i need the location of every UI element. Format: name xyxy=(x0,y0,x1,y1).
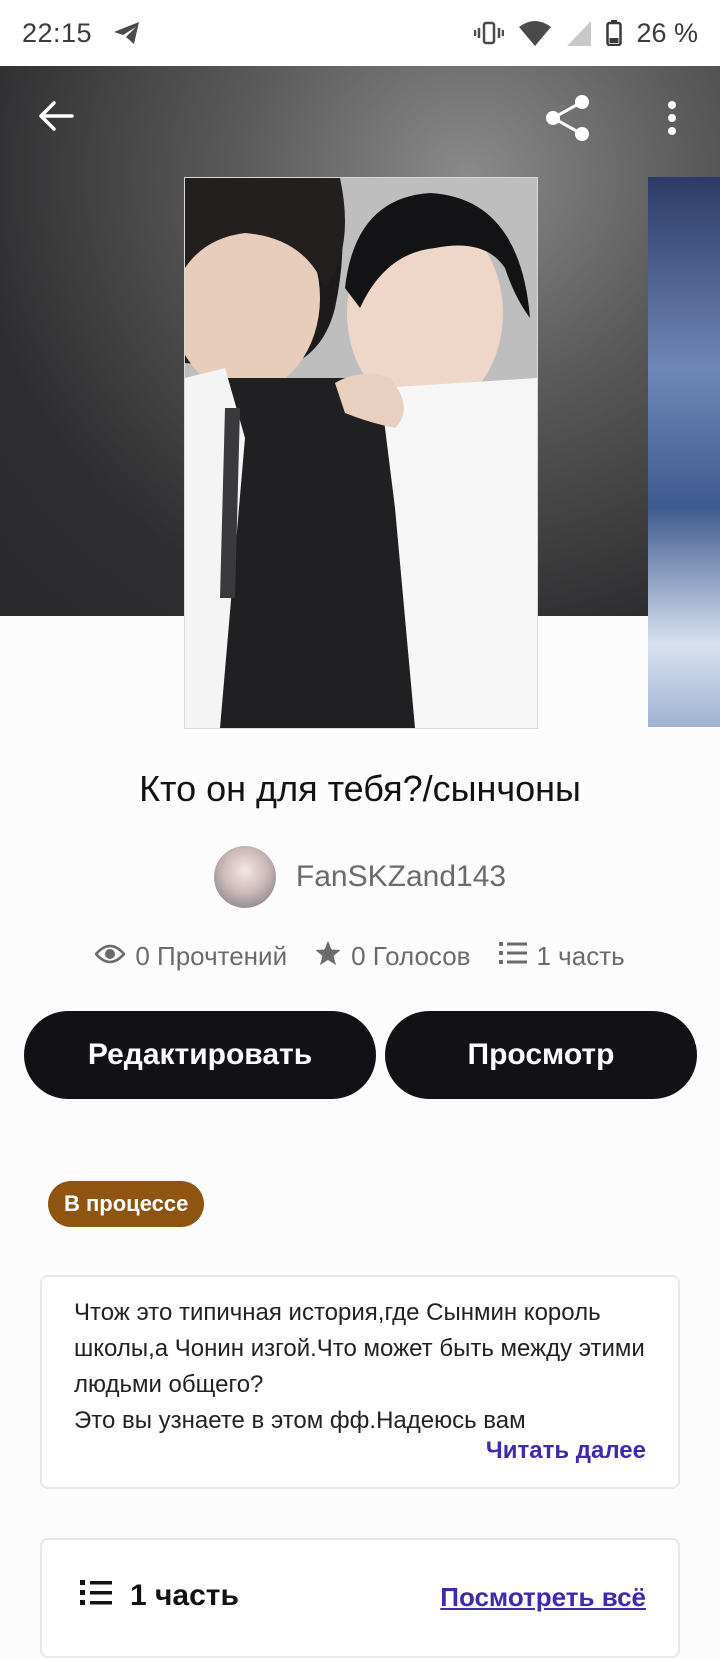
status-bar: 22:15 26 % xyxy=(0,0,720,66)
telegram-icon xyxy=(112,20,142,46)
parts-card: 1 часть Посмотреть всё xyxy=(40,1538,680,1658)
reads-stat: 0 Прочтений xyxy=(94,941,288,972)
star-icon xyxy=(315,940,341,973)
battery-percent: 26 % xyxy=(636,17,698,48)
share-button[interactable] xyxy=(538,90,598,150)
story-title: Кто он для тебя?/сынчоны xyxy=(139,768,581,809)
list-icon xyxy=(80,1578,112,1614)
view-all-link[interactable]: Посмотреть всё xyxy=(440,1582,646,1613)
wifi-icon xyxy=(518,19,552,47)
description-card: Чтож это типичная история,где Сынмин кор… xyxy=(40,1275,680,1489)
parts-label: 1 часть xyxy=(130,1579,239,1612)
story-description: Чтож это типичная история,где Сынмин кор… xyxy=(74,1299,645,1434)
read-more-link[interactable]: Читать далее xyxy=(486,1437,646,1465)
parts-count: 1 часть xyxy=(536,941,625,971)
more-vertical-icon xyxy=(666,100,678,141)
battery-icon xyxy=(606,20,623,46)
votes-stat: 0 Голосов xyxy=(315,940,471,973)
parts-header: 1 часть xyxy=(80,1578,239,1614)
signal-icon xyxy=(566,19,592,47)
status-badge: В процессе xyxy=(48,1181,205,1227)
votes-count: 0 Голосов xyxy=(351,941,471,971)
story-stats: 0 Прочтений 0 Голосов 1 часть xyxy=(0,940,720,973)
next-cover-image[interactable] xyxy=(648,177,720,727)
cover-illustration xyxy=(185,178,537,728)
back-arrow-icon xyxy=(38,100,74,137)
eye-icon xyxy=(94,941,127,972)
edit-button[interactable]: Редактировать xyxy=(24,1011,376,1099)
back-button[interactable] xyxy=(26,88,86,148)
story-cover-image[interactable] xyxy=(184,177,538,729)
share-icon xyxy=(543,93,593,148)
vibrate-icon xyxy=(474,20,505,46)
status-icons: 26 % xyxy=(474,18,698,49)
more-options-button[interactable] xyxy=(642,90,702,150)
list-icon xyxy=(498,941,527,972)
avatar[interactable] xyxy=(213,846,276,908)
parts-stat: 1 часть xyxy=(498,941,625,972)
reads-count: 0 Прочтений xyxy=(135,941,288,971)
preview-button[interactable]: Просмотр xyxy=(385,1011,697,1099)
author-name[interactable]: FanSKZand143 xyxy=(296,860,506,894)
status-time: 22:15 xyxy=(22,17,93,48)
author-row[interactable]: FanSKZand143 xyxy=(0,846,720,908)
